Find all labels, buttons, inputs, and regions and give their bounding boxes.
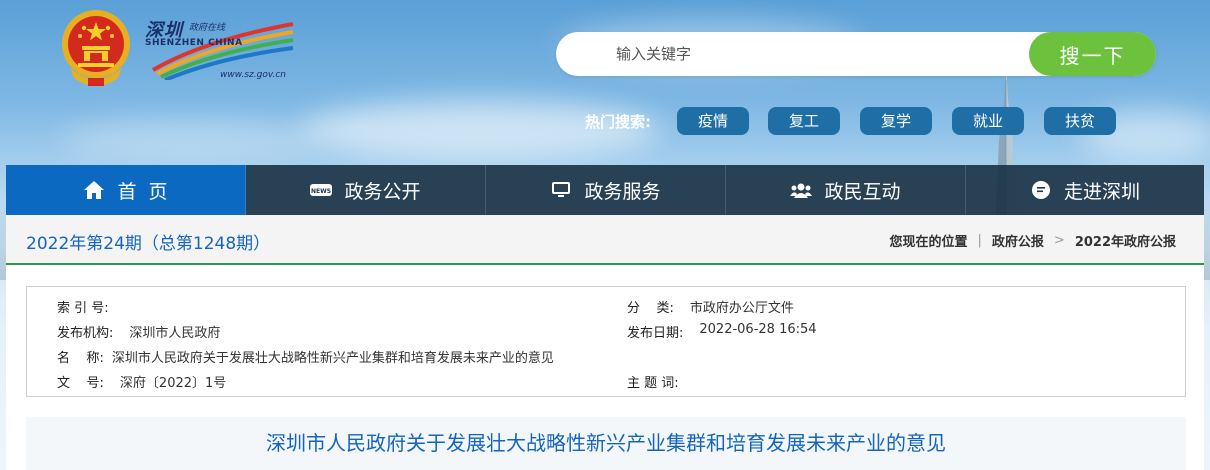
meta-value: 深圳市人民政府 [129,326,221,341]
hot-search-tag[interactable]: 就业 [952,107,1024,135]
nav-item-label: 走进深圳 [1063,180,1140,203]
monitor-icon [550,179,572,201]
breadcrumb-link[interactable]: 2022年政府公报 [1075,231,1176,250]
meta-label: 发布日期: [627,326,684,341]
main-nav: 首 页 NEWS 政务公开 政务服务 政民互动 走进深圳 [6,165,1204,215]
meta-subject-row: 主 题 词: [627,372,695,391]
logo-cn-subtitle: 政府在线 [189,23,226,33]
nav-item-home[interactable]: 首 页 [6,165,246,215]
meta-label: 主 题 词: [627,376,679,391]
meta-value: 深圳市人民政府关于发展壮大战略性新兴产业集群和培育发展未来产业的意见 [111,351,554,366]
meta-name-row: 名 称: 深圳市人民政府关于发展壮大战略性新兴产业集群和培育发展未来产业的意见 [57,347,554,366]
hot-search-tag[interactable]: 复学 [860,107,932,135]
nav-item-label: 政务公开 [344,180,421,203]
meta-value: 市政府办公厅文件 [689,301,794,316]
document-title: 深圳市人民政府关于发展壮大战略性新兴产业集群和培育发展未来产业的意见 [266,431,946,455]
national-emblem-icon [62,10,130,86]
svg-text:NEWS: NEWS [311,188,331,195]
meta-label: 索 引 号: [57,301,109,316]
breadcrumb-separator: > [1053,233,1065,248]
logo-en-name: SHENZHEN CHINA [145,38,243,48]
users-icon [790,179,813,201]
document-meta-box: 索 引 号: 分 类: 市政府办公厅文件 发布机构: 深圳市人民政府 发布日期:… [26,286,1186,397]
search-input[interactable] [616,32,1016,76]
home-icon [83,179,105,201]
hot-search-tag[interactable]: 扶贫 [1044,107,1116,135]
meta-category-row: 分 类: 市政府办公厅文件 [627,297,794,316]
meta-index-row: 索 引 号: [57,297,125,316]
cloud-decoration [60,120,320,160]
breadcrumb: 您现在的位置 | 政府公报 > 2022年政府公报 [889,231,1176,250]
issue-bar: 2022年第24期（总第1248期） 您现在的位置 | 政府公报 > 2022年… [6,215,1204,265]
meta-label: 发布机构: [57,326,114,341]
meta-label: 名 称: [57,351,104,366]
hot-search-tag[interactable]: 复工 [768,107,840,135]
nav-item-services[interactable]: 政务服务 [486,165,726,215]
chat-icon [1030,179,1052,201]
issue-title: 2022年第24期（总第1248期） [26,234,271,254]
search-bar: 搜一下 [556,32,1156,76]
meta-publisher-row: 发布机构: 深圳市人民政府 [57,322,220,341]
content-area: 索 引 号: 分 类: 市政府办公厅文件 发布机构: 深圳市人民政府 发布日期:… [6,265,1204,470]
nav-item-label: 政务服务 [584,180,661,203]
hot-search-label: 热门搜索: [585,113,651,131]
meta-label: 文 号: [57,376,104,391]
search-button[interactable]: 搜一下 [1029,32,1156,76]
breadcrumb-separator: | [977,233,982,248]
meta-date-row: 发布日期: 2022-06-28 16:54 [627,322,817,341]
nav-item-about-shenzhen[interactable]: 走进深圳 [966,165,1204,215]
logo-url: www.sz.gov.cn [220,70,286,80]
nav-item-interaction[interactable]: 政民互动 [726,165,966,215]
meta-value: 2022-06-28 16:54 [699,322,817,337]
news-icon: NEWS [310,179,333,201]
hot-search-tag[interactable]: 疫情 [677,107,749,135]
document-title-band: 深圳市人民政府关于发展壮大战略性新兴产业集群和培育发展未来产业的意见 [26,417,1186,470]
meta-docno-row: 文 号: 深府〔2022〕1号 [57,372,226,391]
nav-item-open-government[interactable]: NEWS 政务公开 [246,165,486,215]
breadcrumb-link[interactable]: 政府公报 [992,231,1044,250]
nav-item-label: 首 页 [117,180,168,203]
breadcrumb-prefix: 您现在的位置 [889,235,968,250]
site-logo[interactable]: 深圳 政府在线 SHENZHEN CHINA www.sz.gov.cn [145,16,295,86]
meta-value: 深府〔2022〕1号 [119,376,227,391]
nav-item-label: 政民互动 [824,180,901,203]
meta-label: 分 类: [627,301,674,316]
